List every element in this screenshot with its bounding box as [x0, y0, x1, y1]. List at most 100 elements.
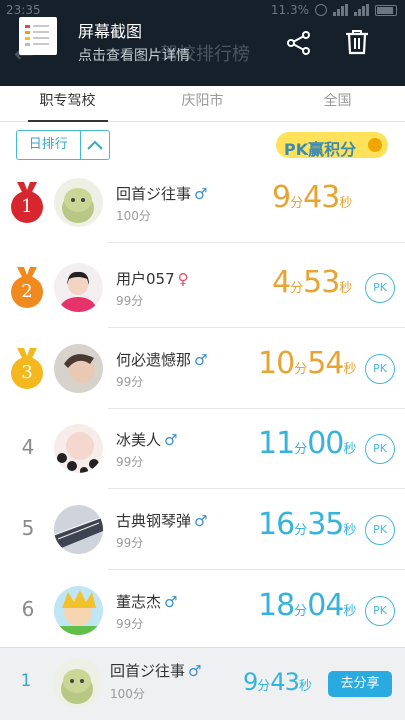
tab-school[interactable]: 职专驾校 — [0, 90, 135, 122]
leaderboard-row[interactable]: 6 董志杰 ♂ 99分 18分04秒 PK — [0, 570, 405, 651]
user-name-text: 董志杰 — [116, 593, 162, 611]
time-minutes: 16 — [258, 507, 295, 542]
completion-time: 9分43秒 — [272, 180, 352, 215]
time-seconds: 43 — [270, 668, 300, 696]
screenshot-thumbnail[interactable] — [19, 17, 57, 55]
tab-national[interactable]: 全国 — [270, 90, 405, 122]
user-name-text: 回首ジ往事 — [116, 185, 192, 203]
row-divider — [108, 242, 405, 243]
male-icon: ♂ — [194, 351, 208, 369]
user-name-text: 冰美人 — [116, 431, 162, 449]
coin-icon — [368, 138, 382, 152]
share-button[interactable]: 去分享 — [328, 671, 392, 697]
pk-points-badge[interactable]: PK赢积分 — [272, 128, 390, 162]
time-minute-unit: 分 — [294, 604, 308, 619]
time-second-unit: 秒 — [343, 604, 357, 619]
screenshot-notification[interactable]: 屏幕截图 点击查看图片详情 — [0, 0, 405, 86]
pk-button[interactable]: PK — [365, 434, 395, 464]
rank-number: 5 — [21, 516, 35, 540]
notification-title: 屏幕截图 — [78, 22, 143, 41]
time-minutes: 18 — [258, 588, 295, 623]
pk-button[interactable]: PK — [365, 515, 395, 545]
gold-medal-icon: 1 — [11, 182, 43, 223]
time-second-unit: 秒 — [298, 679, 312, 694]
time-second-unit: 秒 — [343, 442, 357, 457]
time-seconds: 04 — [307, 588, 344, 623]
leaderboard-row[interactable]: 4 冰美人 ♂ 99分 11分00秒 PK — [0, 408, 405, 489]
silver-medal-icon: 2 — [11, 267, 43, 308]
time-minute-unit: 分 — [290, 196, 304, 211]
user-name-text: 何必遗憾那 — [116, 351, 192, 369]
avatar[interactable] — [53, 659, 102, 708]
medal-rank: 1 — [11, 191, 43, 223]
time-seconds: 53 — [303, 265, 340, 300]
medal-rank: 3 — [11, 357, 43, 389]
time-second-unit: 秒 — [339, 196, 353, 211]
time-seconds: 54 — [307, 346, 344, 381]
time-second-unit: 秒 — [343, 362, 357, 377]
user-score: 99分 — [116, 455, 144, 469]
my-rank-bar: 1 回首ジ往事 ♂ 100分 9分43秒 去分享 — [0, 647, 405, 720]
pk-badge-label: PK赢积分 — [284, 140, 357, 159]
time-minutes: 9 — [243, 668, 258, 696]
my-completion-time: 9分43秒 — [243, 668, 312, 696]
ranking-period-dropdown[interactable]: 日排行 — [16, 130, 110, 160]
pk-button[interactable]: PK — [365, 596, 395, 626]
time-minutes: 11 — [258, 426, 295, 461]
time-minutes: 9 — [272, 180, 291, 215]
rank-number: 6 — [21, 597, 35, 621]
user-score: 99分 — [116, 294, 144, 308]
male-icon: ♂ — [164, 431, 178, 449]
leaderboard-row[interactable]: 3 何必遗憾那 ♂ 99分 10分54秒 PK — [0, 328, 405, 409]
completion-time: 16分35秒 — [258, 507, 356, 542]
user-name: 董志杰 ♂ — [116, 591, 177, 612]
leaderboard-row[interactable]: 5 古典钢琴弹 ♂ 99分 16分35秒 PK — [0, 489, 405, 570]
user-score: 99分 — [116, 536, 144, 550]
leaderboard-row[interactable]: 1 回首ジ往事 ♂ 100分 9分43秒 — [0, 162, 405, 243]
avatar[interactable] — [54, 263, 103, 312]
bronze-medal-icon: 3 — [11, 348, 43, 389]
time-minute-unit: 分 — [294, 442, 308, 457]
avatar[interactable] — [54, 344, 103, 393]
notification-subtitle: 点击查看图片详情 — [78, 48, 190, 64]
time-minutes: 4 — [272, 265, 291, 300]
my-user-name-text: 回首ジ往事 — [110, 662, 186, 680]
user-name: 冰美人 ♂ — [116, 429, 177, 450]
time-minute-unit: 分 — [290, 281, 304, 296]
user-name: 何必遗憾那 ♂ — [116, 349, 207, 370]
ranking-period-label: 日排行 — [28, 137, 68, 152]
male-icon: ♂ — [194, 512, 208, 530]
avatar[interactable] — [54, 586, 103, 635]
male-icon: ♂ — [194, 185, 208, 203]
region-tabs: 职专驾校 庆阳市 全国 — [0, 86, 405, 122]
user-score: 100分 — [116, 209, 151, 223]
time-minute-unit: 分 — [294, 362, 308, 377]
user-name: 回首ジ往事 ♂ — [116, 183, 207, 204]
avatar[interactable] — [54, 505, 103, 554]
time-minutes: 10 — [258, 346, 295, 381]
time-minute-unit: 分 — [294, 523, 308, 538]
user-name-text: 用户057 — [116, 270, 175, 288]
rank-number: 4 — [21, 435, 35, 459]
my-user-name: 回首ジ往事 ♂ — [110, 660, 201, 681]
top-bar: ← 驾校排行榜 23:35 11.3% 屏幕截图 点击查看图片详情 — [0, 0, 405, 86]
time-second-unit: 秒 — [339, 281, 353, 296]
female-icon: ♀ — [177, 270, 189, 288]
user-score: 99分 — [116, 617, 144, 631]
avatar[interactable] — [54, 178, 103, 227]
leaderboard-row[interactable]: 2 用户057 ♀ 99分 4分53秒 PK — [0, 247, 405, 328]
completion-time: 4分53秒 — [272, 265, 352, 300]
completion-time: 11分00秒 — [258, 426, 356, 461]
tab-city[interactable]: 庆阳市 — [135, 90, 270, 122]
trash-icon[interactable] — [345, 29, 369, 55]
user-name: 古典钢琴弹 ♂ — [116, 510, 207, 531]
chevron-up-icon — [79, 131, 109, 159]
avatar[interactable] — [54, 424, 103, 473]
share-icon[interactable] — [286, 31, 312, 55]
pk-button[interactable]: PK — [365, 354, 395, 384]
male-icon: ♂ — [188, 662, 202, 680]
time-second-unit: 秒 — [343, 523, 357, 538]
completion-time: 10分54秒 — [258, 346, 356, 381]
pk-button[interactable]: PK — [365, 273, 395, 303]
my-rank-number: 1 — [20, 671, 32, 691]
